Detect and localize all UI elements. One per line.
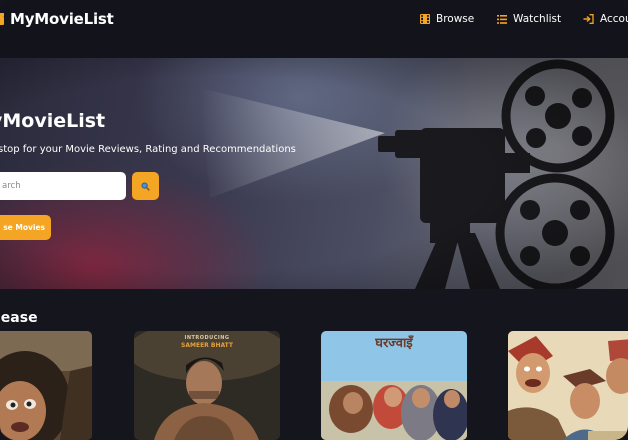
browse-movies-button[interactable]: se Movies xyxy=(0,215,51,240)
app-window: MyMovieList Browse Watchlist Acco yMovie… xyxy=(0,0,628,440)
search-icon xyxy=(141,179,150,194)
navbar: MyMovieList Browse Watchlist Acco xyxy=(0,0,628,58)
nav-account-label: Accou xyxy=(600,13,628,25)
hero-subtitle: stop for your Movie Reviews, Rating and … xyxy=(0,144,296,155)
movie-poster[interactable] xyxy=(508,331,628,440)
nav-account-link[interactable]: Accou xyxy=(583,12,628,26)
nav-watchlist-label: Watchlist xyxy=(513,13,562,25)
nav-browse-label: Browse xyxy=(436,13,475,25)
movie-poster[interactable]: घरज्वाइँ xyxy=(321,331,467,440)
new-release-title: lease xyxy=(0,310,38,326)
list-icon xyxy=(497,14,507,24)
movie-poster[interactable] xyxy=(0,331,92,440)
hero-title: yMovieList xyxy=(0,110,106,132)
nav-watchlist-link[interactable]: Watchlist xyxy=(497,12,561,26)
nav-browse-link[interactable]: Browse xyxy=(420,12,474,26)
brand-name: MyMovieList xyxy=(10,10,114,28)
login-icon xyxy=(583,14,594,24)
search-input[interactable] xyxy=(0,172,126,200)
film-icon xyxy=(420,14,430,24)
hero-banner: yMovieList stop for your Movie Reviews, … xyxy=(0,58,628,289)
search-button[interactable] xyxy=(132,172,159,200)
clapperboard-icon xyxy=(0,13,4,25)
movie-poster[interactable]: INTRODUCING SAMEER BHATT xyxy=(134,331,280,440)
brand-logo[interactable]: MyMovieList xyxy=(0,9,114,29)
